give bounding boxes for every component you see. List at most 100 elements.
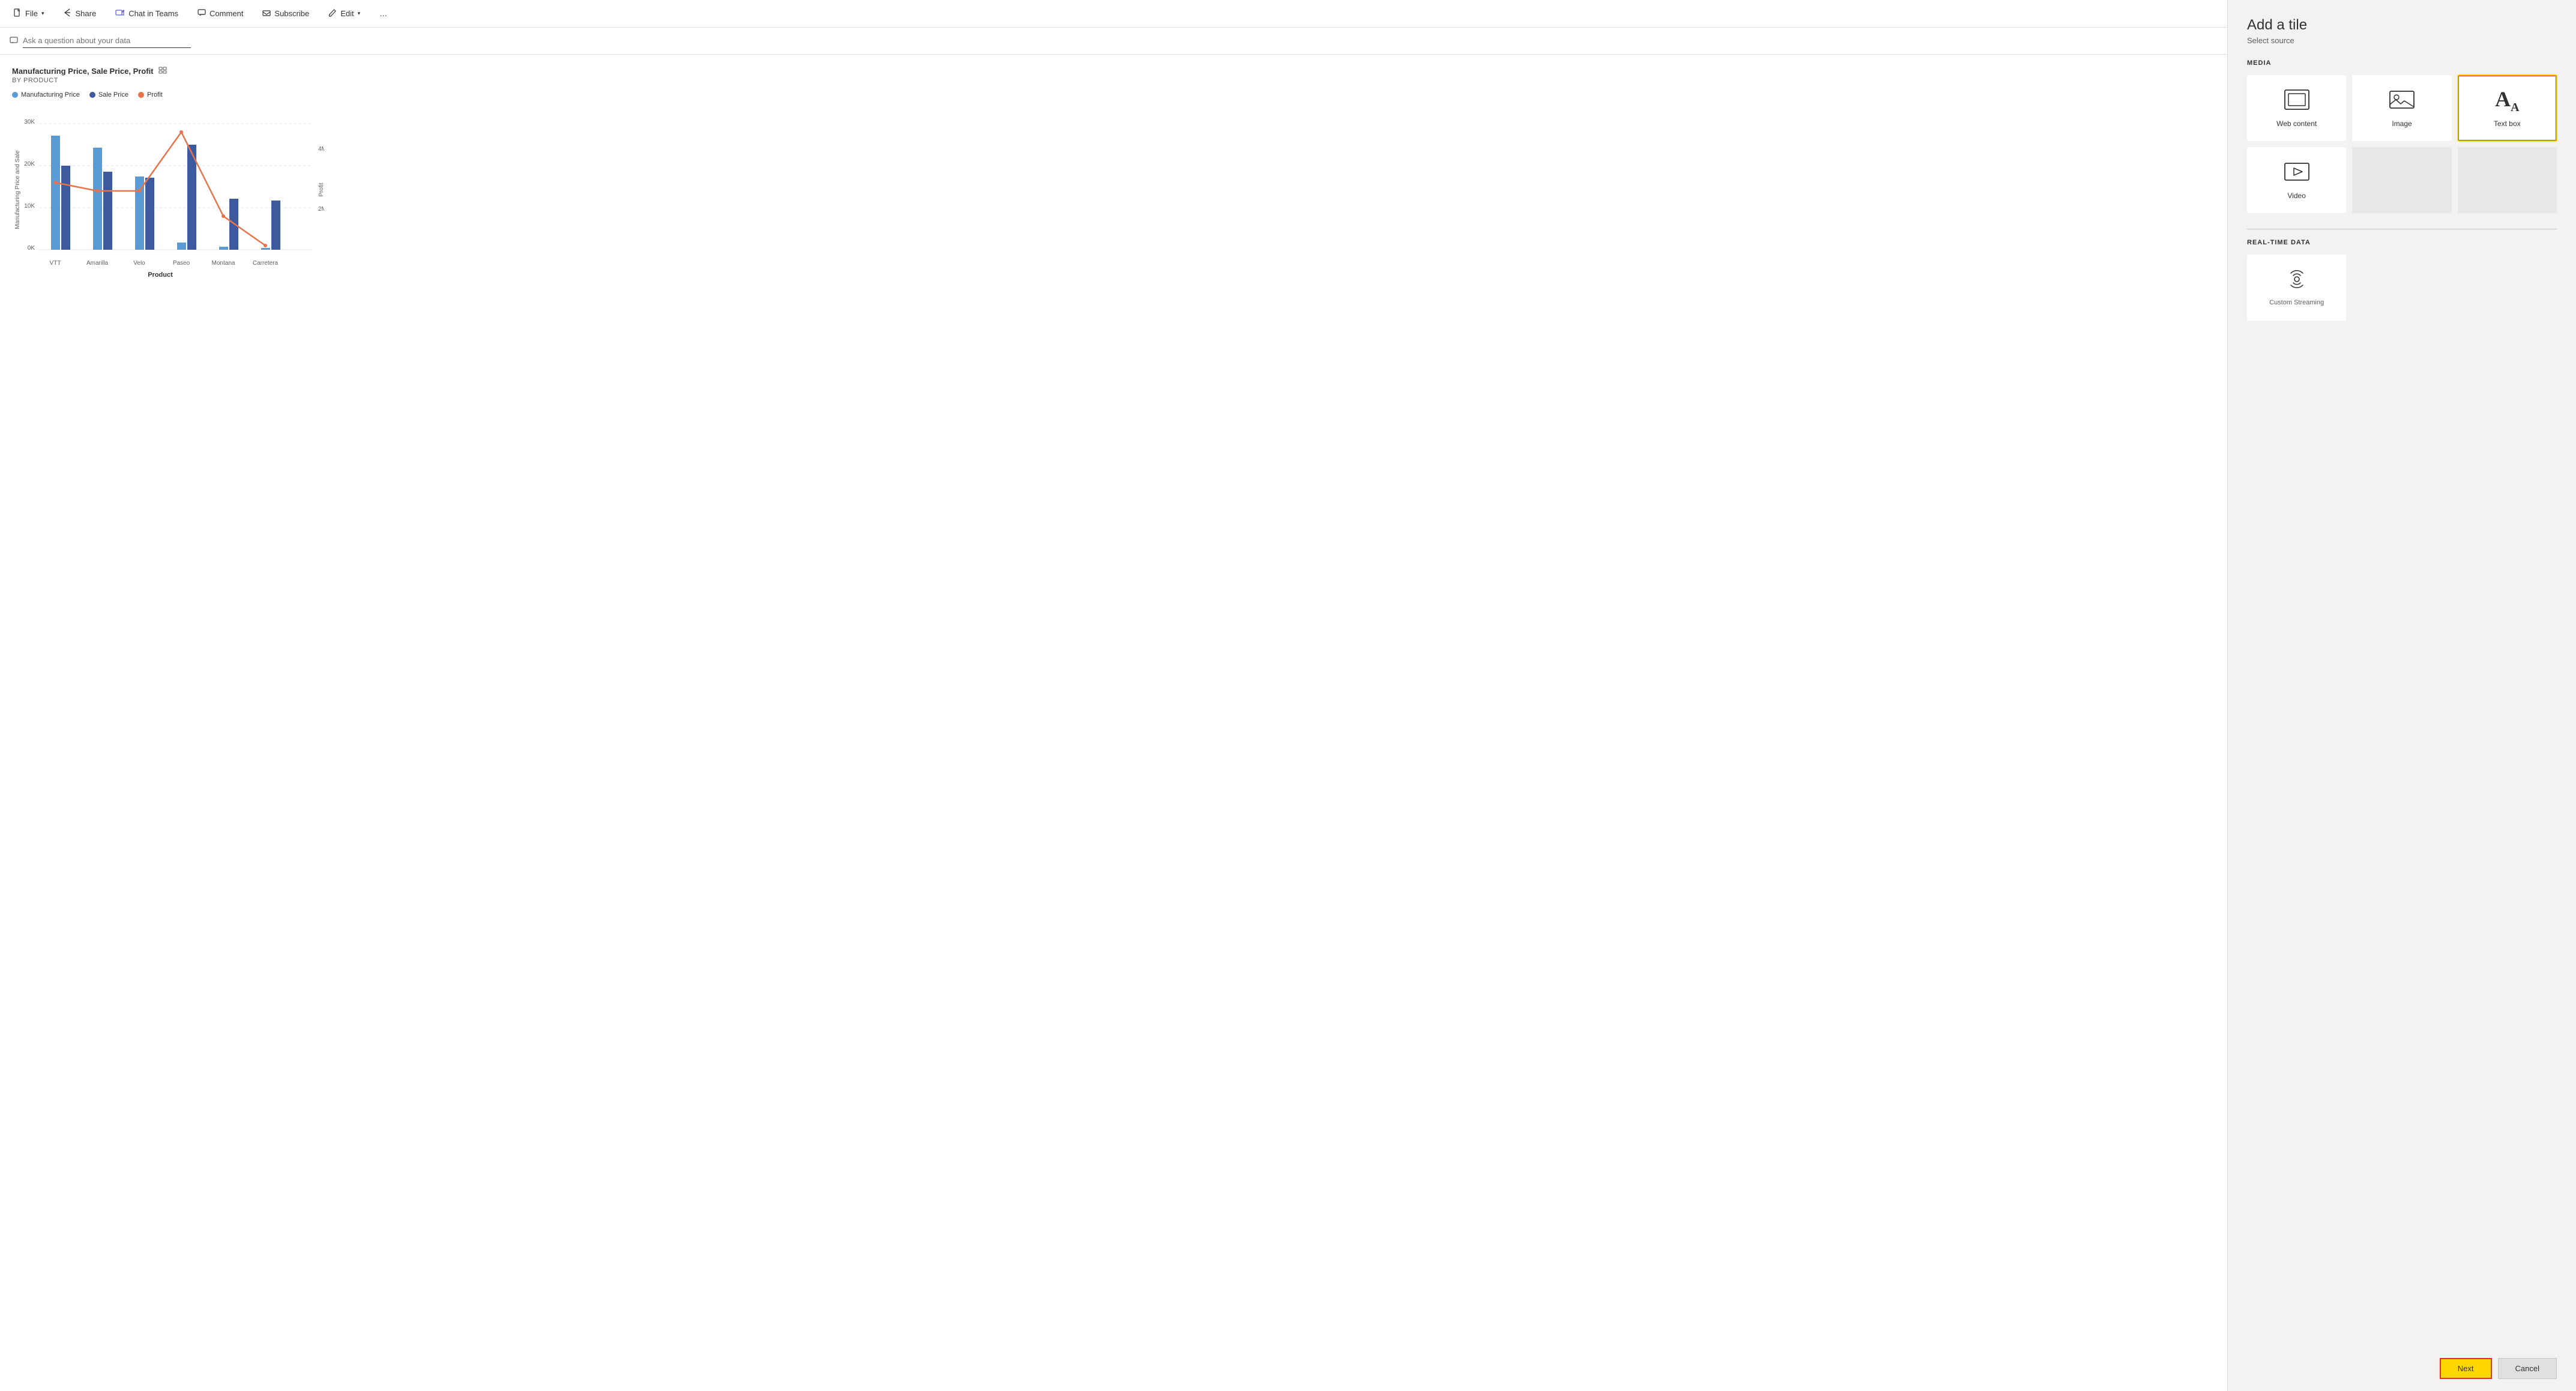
share-label: Share	[75, 9, 96, 18]
qa-icon	[10, 36, 18, 46]
svg-text:10K: 10K	[24, 203, 35, 210]
panel-title: Add a tile	[2247, 17, 2557, 34]
svg-text:Montana: Montana	[212, 260, 235, 267]
chat-in-teams-button[interactable]: Chat in Teams	[112, 6, 182, 21]
legend-label-profit: Profit	[147, 91, 163, 98]
image-icon	[2389, 89, 2415, 113]
svg-text:Manufacturing Price and Sale: Manufacturing Price and Sale	[14, 150, 21, 229]
svg-text:Paseo: Paseo	[173, 260, 190, 267]
file-chevron-icon: ▾	[41, 10, 44, 17]
chart-subtitle: BY PRODUCT	[12, 77, 2215, 84]
chart-area: Manufacturing Price, Sale Price, Profit …	[0, 55, 2227, 1391]
text-box-icon: AA	[2495, 88, 2519, 113]
share-button[interactable]: Share	[59, 6, 100, 21]
bar-velo-mfg	[135, 177, 144, 250]
chart-svg: 30K 20K 10K 0K 4M 2M Manufacturing Price…	[12, 106, 324, 286]
bar-velo-sale	[145, 178, 154, 250]
profit-point-montana	[222, 214, 225, 218]
svg-text:0K: 0K	[28, 245, 35, 252]
svg-text:Velo: Velo	[133, 260, 145, 267]
svg-text:20K: 20K	[24, 161, 35, 167]
profit-point-paseo	[179, 130, 183, 134]
legend-dot-profit	[138, 92, 144, 98]
chart-container: 30K 20K 10K 0K 4M 2M Manufacturing Price…	[12, 106, 324, 286]
svg-text:30K: 30K	[24, 119, 35, 125]
chart-title: Manufacturing Price, Sale Price, Profit	[12, 67, 2215, 76]
bar-paseo-mfg	[177, 243, 186, 250]
edit-button[interactable]: Edit ▾	[325, 6, 364, 21]
more-options-label: …	[379, 9, 387, 18]
qa-bar	[0, 28, 2227, 55]
qa-input[interactable]	[23, 34, 191, 48]
panel-subtitle: Select source	[2247, 36, 2557, 45]
svg-text:Amarilla: Amarilla	[86, 260, 109, 267]
empty-tile-2	[2458, 147, 2557, 213]
subscribe-icon	[262, 8, 271, 19]
media-tile-grid: Web content Image AA Text box	[2247, 75, 2557, 213]
video-tile[interactable]: Video	[2247, 147, 2346, 213]
subscribe-button[interactable]: Subscribe	[259, 6, 313, 21]
realtime-section-label: REAL-TIME DATA	[2247, 239, 2557, 246]
video-label: Video	[2287, 192, 2305, 200]
profit-point-vtt	[53, 181, 57, 184]
subscribe-label: Subscribe	[274, 9, 309, 18]
legend-dot-mfg	[12, 92, 18, 98]
web-content-label: Web content	[2276, 119, 2317, 128]
edit-label: Edit	[340, 9, 354, 18]
svg-text:2M: 2M	[318, 206, 324, 213]
svg-text:4M: 4M	[318, 146, 324, 152]
svg-text:VTT: VTT	[50, 260, 61, 267]
bar-carretera-sale	[271, 201, 280, 250]
edit-chevron-icon: ▾	[358, 10, 361, 17]
realtime-tile-grid: Custom Streaming	[2247, 255, 2557, 321]
legend-label-mfg: Manufacturing Price	[21, 91, 80, 98]
bar-amarilla-sale	[103, 172, 112, 250]
legend-mfg-price: Manufacturing Price	[12, 91, 80, 98]
legend-dot-sale	[89, 92, 95, 98]
video-icon	[2284, 161, 2310, 186]
left-panel: File ▾ Share Chat in Teams Comment Sub	[0, 0, 2228, 1391]
bar-montana-mfg	[219, 247, 228, 250]
text-box-tile[interactable]: AA Text box	[2458, 75, 2557, 141]
file-menu[interactable]: File ▾	[10, 6, 47, 21]
bar-carretera-mfg	[261, 248, 270, 250]
share-icon	[63, 8, 71, 19]
edit-icon	[328, 8, 337, 19]
legend-sale-price: Sale Price	[89, 91, 128, 98]
text-box-label: Text box	[2494, 119, 2521, 128]
custom-streaming-label: Custom Streaming	[2269, 299, 2324, 306]
chart-legend: Manufacturing Price Sale Price Profit	[12, 91, 2215, 98]
profit-point-carretera	[264, 244, 267, 247]
streaming-icon	[2285, 270, 2309, 293]
more-options-button[interactable]: …	[376, 7, 391, 20]
bar-vtt-mfg	[51, 136, 60, 250]
file-label: File	[25, 9, 38, 18]
web-content-tile[interactable]: Web content	[2247, 75, 2346, 141]
image-tile[interactable]: Image	[2352, 75, 2451, 141]
image-label: Image	[2392, 119, 2412, 128]
comment-label: Comment	[210, 9, 243, 18]
media-section-label: MEDIA	[2247, 59, 2557, 67]
profit-point-amarilla	[95, 189, 99, 193]
legend-profit: Profit	[138, 91, 163, 98]
comment-icon	[198, 8, 206, 19]
chart-focus-icon	[158, 67, 167, 76]
chat-in-teams-label: Chat in Teams	[128, 9, 178, 18]
bottom-row: Next Cancel	[2247, 1348, 2557, 1379]
next-button[interactable]: Next	[2440, 1358, 2492, 1379]
empty-tile-1	[2352, 147, 2451, 213]
svg-text:Carretera: Carretera	[253, 260, 279, 267]
bar-vtt-sale	[61, 166, 70, 250]
cancel-button[interactable]: Cancel	[2498, 1358, 2557, 1379]
comment-button[interactable]: Comment	[194, 6, 247, 21]
toolbar: File ▾ Share Chat in Teams Comment Sub	[0, 0, 2227, 28]
profit-point-velo	[137, 189, 141, 193]
svg-text:Profit: Profit	[318, 183, 324, 197]
web-content-icon	[2284, 89, 2310, 113]
file-icon	[13, 8, 22, 19]
right-panel: Add a tile Select source MEDIA Web conte…	[2228, 0, 2576, 1391]
svg-text:Product: Product	[148, 271, 173, 279]
legend-label-sale: Sale Price	[98, 91, 128, 98]
custom-streaming-tile[interactable]: Custom Streaming	[2247, 255, 2346, 321]
bar-amarilla-mfg	[93, 148, 102, 250]
